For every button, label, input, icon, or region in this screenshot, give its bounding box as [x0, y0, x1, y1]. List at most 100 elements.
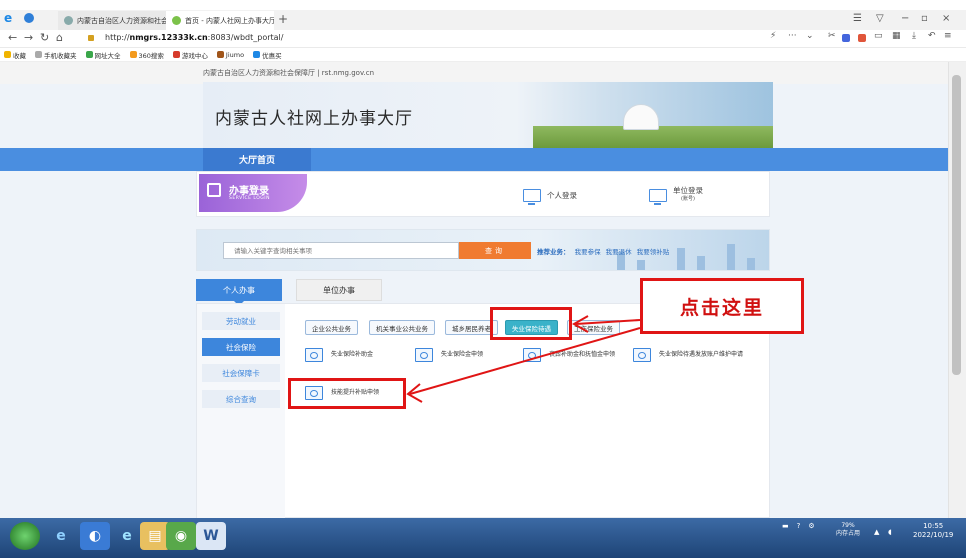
system-tray: ▬ ? ⚙: [782, 522, 815, 530]
scrollbar-thumb[interactable]: [952, 75, 961, 375]
tab-title: 首页 - 内蒙人社网上办事大厅: [185, 16, 274, 25]
settings-icon[interactable]: ⚙: [808, 522, 814, 530]
nav-home[interactable]: 大厅首页: [203, 148, 311, 171]
volume-icon[interactable]: ◖: [888, 528, 892, 536]
memory-usage[interactable]: 79% 内存占用: [836, 522, 860, 538]
bookmark-item[interactable]: 手机收藏夹: [35, 50, 77, 60]
site-icon: [253, 51, 261, 58]
main-nav: 大厅首页: [0, 148, 948, 171]
shield-icon[interactable]: ▽: [876, 13, 884, 24]
category-enterprise[interactable]: 企业公共业务: [305, 320, 358, 335]
side-menu: 劳动就业 社会保险 社会保障卡 综合查询: [197, 304, 285, 518]
gov-link-bar[interactable]: 内蒙古自治区人力资源和社会保障厅 | rst.nmg.gov.cn: [203, 68, 374, 78]
search-input[interactable]: [223, 242, 459, 259]
unit-login-button[interactable]: 单位登录 (账号): [649, 184, 703, 206]
bookmarks-bar: 收藏 手机收藏夹 网址大全 360搜索 游戏中心 Jiumo 优惠买: [0, 48, 966, 62]
arrow-line: [575, 319, 641, 325]
minimize-icon[interactable]: −: [901, 13, 909, 24]
screen-icon[interactable]: ▭: [874, 31, 883, 41]
monitor-icon: [305, 348, 323, 362]
chevron-down-icon[interactable]: ⌄: [806, 31, 814, 41]
download-icon[interactable]: ⤓: [912, 31, 916, 41]
maximize-icon[interactable]: ▫: [921, 13, 928, 24]
network-icon[interactable]: ▲: [874, 528, 879, 536]
tab-personal[interactable]: 个人办事: [196, 279, 282, 301]
bookmark-label: 360搜索: [138, 51, 164, 60]
menu-icon[interactable]: ≡: [944, 31, 952, 41]
url-path: :8083/wbdt_portal/: [207, 33, 284, 42]
browser-tab-portal[interactable]: 首页 - 内蒙人社网上办事大厅 ×: [166, 11, 274, 30]
browser-tab-gov[interactable]: 内蒙古自治区人力资源和社会... ×: [58, 11, 166, 30]
lightning-icon[interactable]: ⚡: [770, 31, 776, 41]
keyboard-icon[interactable]: ▬: [782, 522, 789, 530]
browser-icon[interactable]: e: [112, 522, 142, 550]
web-page: 内蒙古自治区人力资源和社会保障厅 | rst.nmg.gov.cn 内蒙古人社网…: [0, 62, 948, 518]
lock-icon: [88, 35, 94, 41]
unit-login-sublabel: (账号): [681, 196, 695, 202]
search-button[interactable]: 查询: [459, 242, 531, 259]
side-item-employment[interactable]: 劳动就业: [202, 312, 280, 330]
building-icon: [207, 183, 221, 197]
site-title: 内蒙古人社网上办事大厅: [215, 109, 413, 129]
service-item-label: 失业保险补助金: [331, 351, 374, 358]
recommend-label: 推荐业务：: [537, 248, 570, 256]
side-item-social-insurance[interactable]: 社会保险: [202, 338, 280, 356]
menu-icon[interactable]: ☰: [853, 13, 862, 24]
skyline-decor: [727, 244, 735, 270]
browser-tab-bar: e 内蒙古自治区人力资源和社会... × 首页 - 内蒙人社网上办事大厅 × +…: [0, 10, 966, 30]
reload-icon[interactable]: ↻: [40, 31, 49, 44]
recommend-item[interactable]: 我要领补贴: [637, 248, 670, 256]
login-badge: 办事登录 SERVICE LOGIN: [199, 174, 307, 212]
side-item-query[interactable]: 综合查询: [202, 390, 280, 408]
clock[interactable]: 10:55 2022/10/19: [913, 522, 953, 540]
start-button[interactable]: [10, 522, 40, 550]
search-strip: 查询 推荐业务： 我要参保 我要退休 我要领补贴: [196, 229, 770, 271]
unit-login-label: 单位登录: [673, 186, 703, 195]
recommend-item[interactable]: 我要退休: [606, 248, 632, 256]
monitor-icon: [649, 188, 667, 205]
side-item-social-card[interactable]: 社会保障卡: [202, 364, 280, 382]
forward-arrow-icon[interactable]: →: [24, 31, 33, 44]
bookmark-item[interactable]: 360搜索: [129, 50, 164, 60]
extension-icon[interactable]: [858, 34, 866, 42]
undo-icon[interactable]: ↶: [928, 31, 936, 41]
login-panel: 办事登录 SERVICE LOGIN 个人登录 单位登录 (账号): [196, 171, 770, 217]
tab-unit[interactable]: 单位办事: [296, 279, 382, 301]
app-icon[interactable]: ◐: [80, 522, 110, 550]
url-host: nmgrs.12333k.cn: [129, 33, 208, 42]
bookmark-item[interactable]: 游戏中心: [172, 50, 208, 60]
bookmark-label: 游戏中心: [181, 51, 208, 60]
game-icon: [172, 51, 180, 58]
bookmark-item[interactable]: 收藏: [4, 50, 26, 60]
url-field[interactable]: http://nmgrs.12333k.cn:8083/wbdt_portal/: [105, 33, 283, 42]
app-icon[interactable]: ◉: [166, 522, 196, 550]
back-arrow-icon[interactable]: ←: [8, 31, 17, 44]
bookmark-item[interactable]: 优惠买: [253, 50, 282, 60]
back-history-icon[interactable]: [24, 13, 34, 23]
service-item[interactable]: 失业保险补助金: [305, 348, 405, 362]
recommend-item[interactable]: 我要参保: [575, 248, 601, 256]
home-icon[interactable]: ⌂: [56, 31, 63, 44]
memory-label: 内存占用: [836, 530, 861, 537]
grid-icon[interactable]: ▦: [892, 31, 901, 41]
help-icon[interactable]: ?: [797, 522, 801, 530]
word-icon[interactable]: W: [196, 522, 226, 550]
skyline-decor: [747, 258, 755, 270]
extension-icon[interactable]: [842, 34, 850, 42]
site-icon: [85, 51, 93, 58]
scissors-icon[interactable]: ✂: [828, 31, 836, 41]
bookmark-label: 手机收藏夹: [44, 51, 77, 60]
bookmark-label: 收藏: [13, 51, 26, 60]
ie-icon[interactable]: e: [46, 522, 76, 550]
more-icon[interactable]: ···: [788, 31, 797, 41]
address-bar-row: ← → ↻ ⌂ http://nmgrs.12333k.cn:8083/wbdt…: [0, 30, 966, 48]
clock-date: 2022/10/19: [913, 531, 954, 539]
bookmark-item[interactable]: 网址大全: [85, 50, 121, 60]
personal-login-button[interactable]: 个人登录: [523, 184, 577, 206]
new-tab-button[interactable]: +: [278, 12, 288, 26]
close-window-icon[interactable]: ×: [942, 13, 950, 24]
personal-login-label: 个人登录: [547, 190, 577, 200]
service-item[interactable]: 技能提升补贴申领: [305, 386, 405, 400]
bookmark-item[interactable]: Jiumo: [216, 51, 244, 59]
annotation-arrows: [406, 315, 641, 403]
